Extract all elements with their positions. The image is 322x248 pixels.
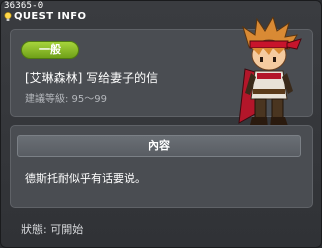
quest-name: [艾琳森林] 写给妻子的信: [25, 71, 159, 85]
quest-status: 狀態: 可開始: [21, 223, 84, 236]
quest-category-tag: 一般: [21, 41, 79, 59]
content-header: 內容: [17, 135, 301, 157]
npc-portrait: [238, 17, 302, 129]
quest-info-window: 36365-0 QUEST INFO 一般 [艾琳森林] 写给妻子的信 建議等級…: [0, 0, 322, 248]
lightbulb-icon: [4, 12, 12, 21]
quest-id: 36365-0: [4, 1, 44, 11]
window-title: QUEST INFO: [14, 11, 87, 22]
content-text: 德斯托耐似乎有话要说。: [25, 172, 146, 185]
recommended-level: 建議等級: 95～99: [25, 94, 107, 105]
